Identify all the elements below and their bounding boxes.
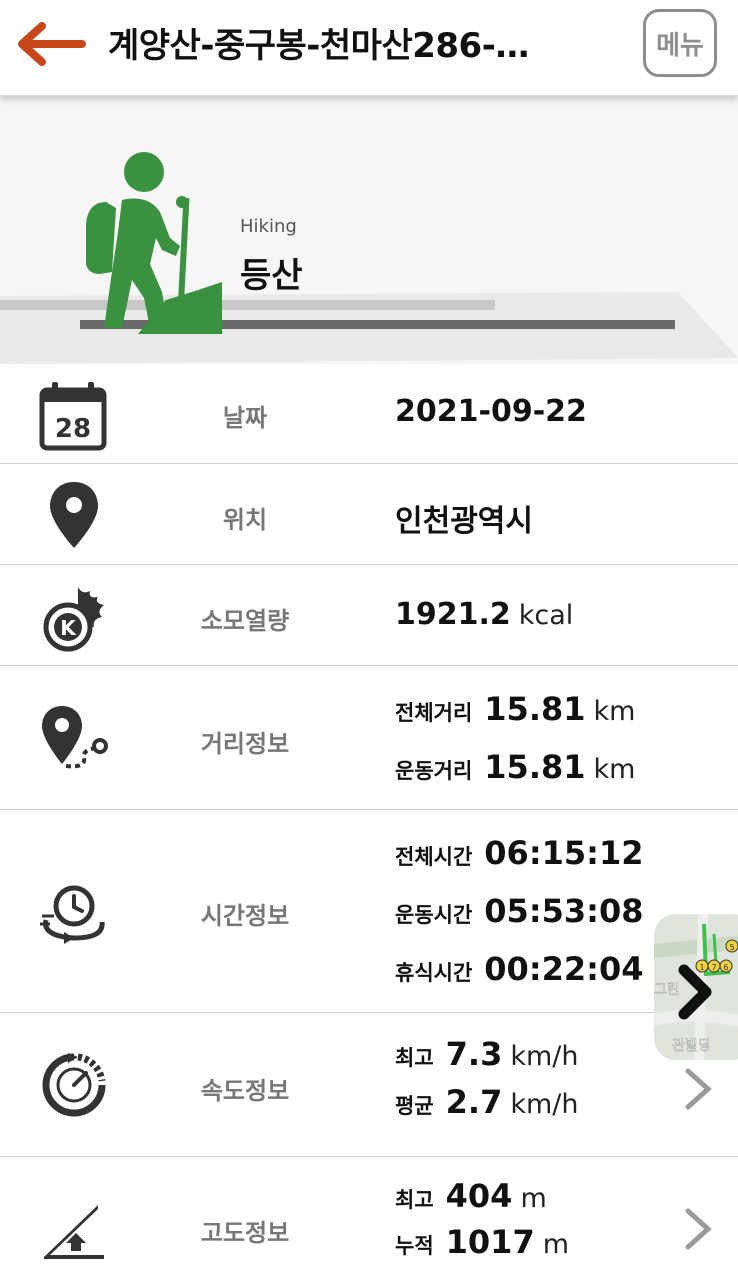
speed-label: 속도정보 [200,1077,290,1105]
back-button[interactable] [18,22,86,66]
calendar-icon-day: 28 [55,414,91,444]
location-label: 위치 [222,506,268,534]
map-marker: 7 [711,963,716,972]
chevron-right-icon[interactable] [680,1067,714,1111]
map-marker: 6 [723,963,728,972]
cumulative-altitude-line: 누적 1017 m [395,1223,569,1261]
menu-button[interactable]: 메뉴 [643,9,717,77]
max-speed-unit: km/h [510,1041,579,1072]
location-row: 위치 인천광역시 [0,464,738,565]
time-row: 시간정보 전체시간 06:15:12 운동시간 05:53:08 휴식시간 00:22… [0,810,738,1013]
moving-distance-label: 운동거리 [395,759,473,783]
moving-time-value: 05:53:08 [484,892,644,930]
calendar-icon: 28 [39,382,107,451]
max-speed-line: 최고 7.3 km/h [395,1035,578,1073]
calorie-flame-icon: K [43,587,104,652]
svg-text:K: K [60,616,77,640]
rest-time-label: 휴식시간 [395,961,473,985]
hiking-icon [86,152,222,334]
avg-speed-value: 2.7 [445,1083,503,1121]
moving-time-label: 운동시간 [395,903,473,927]
total-distance-unit: km [593,696,636,727]
map-marker: 1 [699,963,704,972]
moving-distance-line: 운동거리 15.81 km [395,748,635,786]
cumulative-altitude-label: 누적 [395,1234,434,1258]
date-value: 2021-09-22 [395,394,587,429]
avg-speed-line: 평균 2.7 km/h [395,1083,578,1121]
moving-distance-unit: km [593,754,636,785]
total-distance-value: 15.81 [484,690,586,728]
page-title: 계양산-중구봉-천마산286-… [108,26,529,66]
map-thumbnail: 1 7 6 5 그린 관빌딩 [654,914,738,1060]
calories-label: 소모열량 [200,607,290,635]
distance-row: 거리정보 전체거리 15.81 km 운동거리 15.81 km [0,666,738,810]
activity-title: 등산 [240,256,303,296]
activity-banner: Hiking 등산 [0,96,738,364]
map-marker: 5 [729,943,734,952]
calories-value-line: 1921.2 kcal [395,597,573,632]
app-header: 계양산-중구봉-천마산286-… 메뉴 [0,0,738,96]
activity-subtitle: Hiking [240,216,297,237]
max-altitude-value: 404 [445,1177,513,1215]
altitude-row[interactable]: 고도정보 최고 404 m 누적 1017 m [0,1157,738,1280]
altitude-label: 고도정보 [200,1219,290,1247]
calories-unit: kcal [518,600,574,631]
distance-label: 거리정보 [200,730,290,758]
calories-value: 1921.2 [395,597,511,632]
rest-time-line: 휴식시간 00:22:04 [395,950,643,988]
route-pin-icon [42,706,108,769]
altitude-icon [44,1205,104,1259]
max-altitude-line: 최고 404 m [395,1177,547,1215]
speed-row[interactable]: 속도정보 최고 7.3 km/h 평균 2.7 km/h [0,1013,738,1157]
total-distance-label: 전체거리 [395,701,473,725]
map-preview-button[interactable]: 1 7 6 5 그린 관빌딩 [654,914,738,1060]
moving-time-line: 운동시간 05:53:08 [395,892,643,930]
location-pin-icon [50,482,98,548]
max-speed-value: 7.3 [445,1035,503,1073]
date-label: 날짜 [222,404,268,432]
map-place-label-2: 관빌딩 [672,1038,711,1054]
avg-speed-unit: km/h [510,1089,579,1120]
clock-rotate-icon [40,885,105,944]
avg-speed-label: 평균 [395,1094,434,1118]
total-distance-line: 전체거리 15.81 km [395,690,635,728]
total-time-line: 전체시간 06:15:12 [395,834,643,872]
location-value: 인천광역시 [395,504,533,539]
moving-distance-value: 15.81 [484,748,586,786]
speedometer-icon [42,1053,106,1117]
cumulative-altitude-value: 1017 [445,1223,535,1261]
map-place-label: 그린 [654,982,680,998]
total-time-value: 06:15:12 [484,834,644,872]
cumulative-altitude-unit: m [542,1229,570,1260]
stats-list: 28 날짜 2021-09-22 위치 인천광역시 K 소모열량 1921.2 k… [0,364,738,1280]
total-time-label: 전체시간 [395,845,473,869]
max-altitude-unit: m [520,1183,547,1214]
date-row: 28 날짜 2021-09-22 [0,364,738,464]
max-altitude-label: 최고 [395,1188,434,1212]
back-arrow-icon [18,22,86,66]
max-speed-label: 최고 [395,1046,434,1070]
calories-row: K 소모열량 1921.2 kcal [0,565,738,666]
chevron-right-icon[interactable] [680,1207,714,1251]
rest-time-value: 00:22:04 [484,950,644,988]
time-label: 시간정보 [200,902,290,930]
